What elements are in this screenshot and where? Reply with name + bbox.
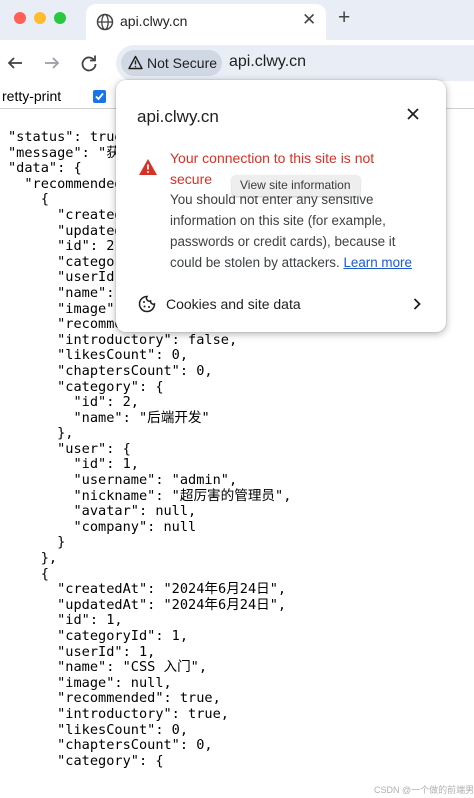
warning-triangle-icon	[128, 55, 143, 70]
tab-strip: api.clwy.cn ✕ +	[0, 0, 474, 40]
warning-body: You should not enter any sensitive infor…	[170, 189, 428, 273]
site-info-popup: api.clwy.cn Your connection to this site…	[116, 80, 446, 332]
back-arrow-icon[interactable]	[4, 52, 26, 74]
pretty-print-checkbox[interactable]	[93, 90, 106, 103]
window-zoom-button[interactable]	[54, 12, 66, 24]
watermark: CSDN @一个做的前端男	[374, 785, 474, 795]
tooltip-text: View site information	[240, 178, 351, 192]
tab-active[interactable]: api.clwy.cn ✕	[86, 4, 326, 40]
security-chip[interactable]: Not Secure	[121, 50, 222, 76]
window-minimize-button[interactable]	[34, 12, 46, 24]
cookies-row[interactable]: Cookies and site data	[116, 286, 446, 322]
url-text[interactable]: api.clwy.cn	[229, 53, 306, 71]
learn-more-link[interactable]: Learn more	[343, 255, 411, 270]
window-close-button[interactable]	[14, 12, 26, 24]
tooltip: View site information	[232, 175, 360, 196]
pretty-print-label: retty-print	[2, 88, 62, 104]
globe-icon	[96, 13, 114, 31]
plus-icon[interactable]: +	[338, 6, 350, 30]
tab-title: api.clwy.cn	[120, 13, 188, 29]
security-chip-label: Not Secure	[147, 55, 218, 71]
cookies-label: Cookies and site data	[166, 296, 301, 312]
cookie-icon	[138, 295, 156, 313]
popup-site-title: api.clwy.cn	[137, 107, 219, 126]
close-icon[interactable]	[405, 106, 421, 122]
chevron-right-icon	[413, 298, 421, 310]
reload-icon[interactable]	[78, 52, 100, 74]
tab-close-icon[interactable]: ✕	[302, 10, 316, 30]
forward-arrow-icon[interactable]	[41, 52, 63, 74]
warning-triangle-icon	[139, 159, 157, 175]
check-icon	[95, 92, 104, 101]
